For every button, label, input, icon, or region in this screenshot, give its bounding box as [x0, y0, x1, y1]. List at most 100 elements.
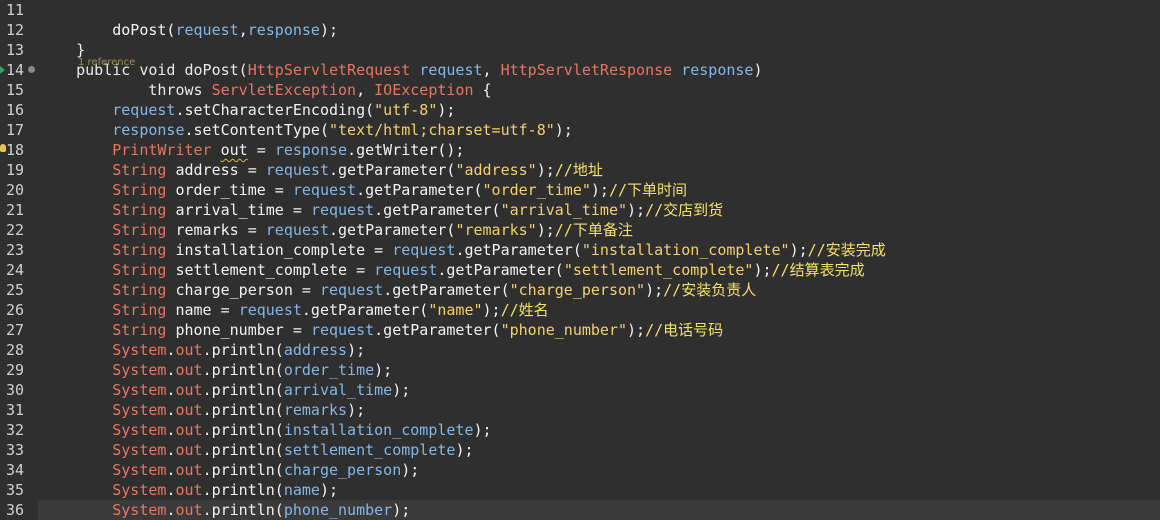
code-token: out	[220, 141, 248, 159]
override-arrow-icon[interactable]	[0, 66, 5, 74]
line-number: 32	[6, 421, 25, 439]
fold-toggle-icon[interactable]	[28, 66, 35, 73]
code-line-29[interactable]: 29 System.out.println(order_time);	[0, 360, 1160, 380]
code-line-22[interactable]: 22 String remarks = request.getParameter…	[0, 220, 1160, 240]
code-line-15[interactable]: 15 throws ServletException, IOException …	[0, 80, 1160, 100]
code-token: charge_person	[283, 461, 402, 479]
code-text: System.out.println(address);	[40, 340, 365, 360]
code-token: .println(	[202, 381, 284, 399]
code-token: .println(	[202, 341, 284, 359]
line-gutter: 24	[0, 260, 38, 280]
code-line-17[interactable]: 17 response.setContentType("text/html;ch…	[0, 120, 1160, 140]
line-gutter: 31	[0, 400, 38, 420]
code-token: .setCharacterEncoding(	[175, 101, 375, 119]
code-line-31[interactable]: 31 System.out.println(remarks);	[0, 400, 1160, 420]
code-token: response	[247, 21, 320, 39]
code-token: "settlement_complete"	[563, 261, 754, 279]
code-token: ,	[238, 21, 248, 39]
code-token: System	[112, 421, 167, 439]
code-token: request	[392, 241, 456, 259]
code-token: );	[645, 281, 664, 299]
code-token: request	[374, 261, 438, 279]
line-number: 20	[6, 181, 25, 199]
code-line-32[interactable]: 32 System.out.println(installation_compl…	[0, 420, 1160, 440]
code-line-16[interactable]: 16 request.setCharacterEncoding("utf-8")…	[0, 100, 1160, 120]
code-line-23[interactable]: 23 String installation_complete = reques…	[0, 240, 1160, 260]
code-token: phone_number	[283, 501, 393, 519]
code-token: order_time	[283, 361, 375, 379]
line-gutter: 36	[0, 500, 38, 520]
line-number: 15	[6, 81, 25, 99]
code-token: out	[175, 421, 203, 439]
warning-bulb-icon[interactable]	[0, 144, 6, 152]
line-number: 21	[6, 201, 25, 219]
code-token: {	[473, 81, 492, 99]
code-line-36[interactable]: 36 System.out.println(phone_number);	[0, 500, 1160, 520]
line-gutter: 13	[0, 40, 38, 60]
code-token: );	[590, 181, 609, 199]
code-token: response	[112, 121, 185, 139]
code-token: arrival_time =	[166, 201, 311, 219]
code-line-30[interactable]: 30 System.out.println(arrival_time);	[0, 380, 1160, 400]
code-text: String name = request.getParameter("name…	[40, 300, 548, 320]
code-token: out	[175, 461, 203, 479]
code-line-28[interactable]: 28 System.out.println(address);	[0, 340, 1160, 360]
code-line-35[interactable]: 35 System.out.println(name);	[0, 480, 1160, 500]
code-line-24[interactable]: 24 String settlement_complete = request.…	[0, 260, 1160, 280]
code-line-12[interactable]: 12 doPost(request,response);	[0, 20, 1160, 40]
code-line-19[interactable]: 19 String address = request.getParameter…	[0, 160, 1160, 180]
code-line-13[interactable]: 13 }	[0, 40, 1160, 60]
line-number: 25	[6, 281, 25, 299]
code-token: settlement_complete	[283, 441, 456, 459]
code-line-34[interactable]: 34 System.out.println(charge_person);	[0, 460, 1160, 480]
code-line-20[interactable]: 20 String order_time = request.getParame…	[0, 180, 1160, 200]
code-text: String installation_complete = request.g…	[40, 240, 885, 260]
code-line-18[interactable]: 18 PrintWriter out = response.getWriter(…	[0, 140, 1160, 160]
reference-hint[interactable]: 1 reference	[78, 53, 135, 73]
code-token: //交店到货	[645, 201, 724, 219]
code-editor[interactable]: 11 12 doPost(request,response); 13 } 14 pub…	[0, 0, 1160, 520]
line-number: 18	[6, 141, 25, 159]
line-gutter: 17	[0, 120, 38, 140]
code-token: request	[310, 321, 375, 339]
code-line-26[interactable]: 26 String name = request.getParameter("n…	[0, 300, 1160, 320]
code-token: name =	[166, 301, 239, 319]
code-token: .getParameter(	[329, 221, 456, 239]
code-text: public void doPost(HttpServletRequest re…	[40, 60, 762, 80]
line-number: 23	[6, 241, 25, 259]
line-number: 12	[6, 21, 25, 39]
code-line-33[interactable]: 33 System.out.println(settlement_complet…	[0, 440, 1160, 460]
code-line-14[interactable]: 14 public void doPost(HttpServletRequest…	[0, 57, 1160, 80]
code-line-27[interactable]: 27 String phone_number = request.getPara…	[0, 320, 1160, 340]
code-token: .println(	[202, 481, 284, 499]
line-number: 27	[6, 321, 25, 339]
code-token: );	[392, 381, 411, 399]
code-line-11[interactable]: 11	[0, 0, 1160, 20]
line-gutter: 23	[0, 240, 38, 260]
code-token: .println(	[202, 361, 284, 379]
code-token: HttpServletRequest	[247, 61, 411, 79]
code-token: request	[292, 181, 357, 199]
code-token: "address"	[455, 161, 537, 179]
code-text: String order_time = request.getParameter…	[40, 180, 687, 200]
code-token: );	[753, 261, 772, 279]
code-line-21[interactable]: 21 String arrival_time = request.getPara…	[0, 200, 1160, 220]
code-token: .getParameter(	[374, 201, 501, 219]
line-gutter: 14	[0, 60, 38, 80]
code-token: address =	[166, 161, 266, 179]
code-line-25[interactable]: 25 String charge_person = request.getPar…	[0, 280, 1160, 300]
code-token: //下单备注	[554, 221, 633, 239]
code-text: String arrival_time = request.getParamet…	[40, 200, 723, 220]
code-token: System	[112, 401, 167, 419]
code-text: String remarks = request.getParameter("r…	[40, 220, 633, 240]
code-token: settlement_complete =	[166, 261, 375, 279]
code-token: out	[175, 381, 203, 399]
